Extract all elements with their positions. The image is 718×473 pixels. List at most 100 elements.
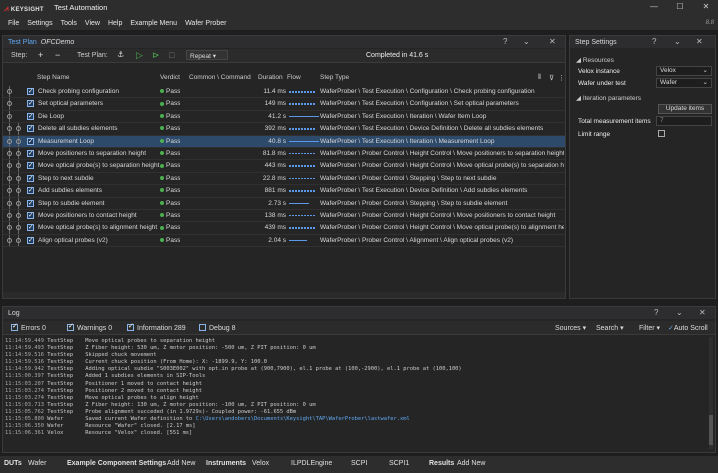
step-row[interactable]: Step to next subdie Pass 22.8 ms WaferProbe… bbox=[3, 172, 565, 186]
repeat-dropdown[interactable]: Repeat ▾ bbox=[186, 50, 228, 60]
velox-select[interactable]: Velox ⌄ bbox=[656, 66, 712, 76]
log-time: 11:15:06.361 bbox=[5, 430, 44, 437]
warnings-checkbox[interactable] bbox=[67, 322, 74, 331]
log-line: 11:15:03.207 TestStep Positioner 1 moved … bbox=[5, 381, 705, 388]
step-enabled-checkbox[interactable] bbox=[27, 137, 34, 145]
chevron-down-icon[interactable]: ⌄ bbox=[676, 308, 683, 317]
menu-tools[interactable]: Tools bbox=[61, 20, 77, 27]
iteration-section[interactable]: ◢ Iteration parameters bbox=[576, 94, 641, 102]
run-icon[interactable]: ▷ bbox=[136, 50, 143, 61]
add-step-icon[interactable]: + bbox=[38, 50, 43, 60]
col-duration[interactable]: Duration bbox=[258, 74, 283, 81]
horizontal-scrollbar[interactable] bbox=[3, 292, 565, 298]
filter-icon[interactable]: ⊽ bbox=[549, 74, 554, 82]
step-enabled-checkbox[interactable] bbox=[27, 124, 34, 133]
close-window-button[interactable]: ✕ bbox=[696, 2, 716, 14]
errors-checkbox[interactable] bbox=[11, 322, 18, 331]
step-enabled-checkbox[interactable] bbox=[27, 99, 34, 108]
menu-example[interactable]: Example Menu bbox=[130, 20, 177, 27]
stop-icon[interactable]: □ bbox=[169, 50, 174, 60]
instrument-velox[interactable]: Velox bbox=[252, 460, 269, 467]
step-row[interactable]: Die Loop Pass 41.2 s WaferProber \ Test Exe… bbox=[3, 110, 565, 124]
resources-section[interactable]: ◢ Resources bbox=[576, 56, 614, 64]
step-row[interactable]: Set optical parameters Pass 149 ms WaferPro… bbox=[3, 98, 565, 111]
col-step-name[interactable]: Step Name bbox=[37, 74, 70, 81]
help-icon[interactable]: ? bbox=[654, 308, 658, 317]
log-time: 11:15:03.207 bbox=[5, 380, 44, 387]
menu-help[interactable]: Help bbox=[108, 20, 122, 27]
step-enabled-checkbox[interactable] bbox=[27, 87, 34, 95]
help-icon[interactable]: ? bbox=[503, 37, 507, 46]
filter-dropdown[interactable]: Filter ▾ bbox=[639, 324, 660, 332]
step-row[interactable]: Move positioners to contact height Pass 13… bbox=[3, 209, 565, 223]
step-row[interactable]: Delete all subdies elements Pass 392 ms Waf… bbox=[3, 123, 565, 136]
log-source: TestStep bbox=[47, 380, 74, 387]
step-enabled-checkbox[interactable] bbox=[27, 149, 34, 157]
limit-range-checkbox[interactable] bbox=[658, 130, 665, 137]
step-row[interactable]: Check probing configuration Pass 11.4 ms Wa… bbox=[3, 86, 565, 99]
errors-filter[interactable]: Errors 0 bbox=[11, 322, 46, 332]
remove-step-icon[interactable]: − bbox=[55, 50, 60, 60]
information-checkbox[interactable] bbox=[127, 322, 134, 331]
step-type: WaferProber \ Prober Control \ Height Co… bbox=[320, 162, 564, 170]
step-enabled-checkbox[interactable] bbox=[27, 186, 34, 195]
autoscroll-toggle[interactable]: ✓Auto Scroll bbox=[668, 324, 708, 332]
instrument-ilpdlengine[interactable]: ILPDLEngine bbox=[291, 460, 332, 467]
step-row[interactable]: Move optical probe(s) to alignment heigh… bbox=[3, 222, 565, 235]
col-step-type[interactable]: Step Type bbox=[320, 74, 349, 81]
step-row[interactable]: Add subdies elements Pass 881 ms WaferProbe… bbox=[3, 185, 565, 198]
step-row[interactable]: Step to subdie element Pass 2.73 s WaferPro… bbox=[3, 197, 565, 210]
run-step-icon[interactable]: ⊳ bbox=[152, 50, 160, 61]
dut-wafer[interactable]: Wafer bbox=[28, 460, 46, 467]
menu-settings[interactable]: Settings bbox=[27, 20, 52, 27]
step-type: WaferProber \ Prober Control \ Height Co… bbox=[320, 211, 556, 219]
step-enabled-checkbox[interactable] bbox=[27, 223, 34, 232]
information-filter[interactable]: Information 289 bbox=[127, 322, 186, 332]
menu-file[interactable]: File bbox=[8, 20, 19, 27]
step-enabled-checkbox[interactable] bbox=[27, 211, 34, 219]
step-row[interactable]: Move optical probe(s) to separation heig… bbox=[3, 160, 565, 173]
close-icon[interactable]: ✕ bbox=[699, 308, 706, 317]
step-duration: 40.8 s bbox=[268, 137, 286, 145]
minimize-button[interactable]: — bbox=[644, 2, 664, 14]
instrument-scpi[interactable]: SCPI bbox=[351, 460, 367, 467]
columns-icon[interactable]: ⫴ bbox=[538, 74, 541, 82]
example-add-new-link[interactable]: Add New bbox=[167, 460, 195, 467]
step-enabled-checkbox[interactable] bbox=[27, 199, 34, 207]
results-add-new-link[interactable]: Add New bbox=[457, 460, 485, 467]
step-row[interactable]: Align optical probes (v2) Pass 2.04 s Wafer… bbox=[3, 234, 565, 248]
step-row[interactable]: Move positioners to separation height Pas… bbox=[3, 147, 565, 161]
col-common[interactable]: Common \ Command bbox=[189, 74, 251, 81]
search-dropdown[interactable]: Search ▾ bbox=[596, 324, 624, 332]
log-path-link[interactable]: C:\Users\andobers\Documents\Keysight\TAP… bbox=[196, 416, 410, 422]
step-row[interactable]: Measurement Loop Pass 40.8 s WaferProber \ … bbox=[3, 135, 565, 148]
step-enabled-checkbox[interactable] bbox=[27, 236, 34, 244]
log-scroll-thumb[interactable] bbox=[709, 415, 713, 445]
chevron-down-icon[interactable]: ⌄ bbox=[523, 37, 530, 46]
close-icon[interactable]: ✕ bbox=[549, 37, 556, 46]
warnings-filter[interactable]: Warnings 0 bbox=[67, 322, 112, 332]
more-icon[interactable]: ⋮ bbox=[558, 74, 565, 82]
tree-node-icon bbox=[16, 163, 21, 169]
wafer-select[interactable]: Wafer ⌄ bbox=[656, 78, 712, 88]
total-field[interactable]: 7 bbox=[656, 116, 712, 126]
debug-filter[interactable]: Debug 8 bbox=[199, 324, 235, 332]
close-icon[interactable]: ✕ bbox=[696, 37, 703, 46]
menu-wafer-prober[interactable]: Wafer Prober bbox=[185, 20, 226, 27]
settings-icon[interactable]: ⚓ bbox=[117, 50, 124, 59]
instruments-label: Instruments bbox=[206, 460, 247, 467]
col-flow[interactable]: Flow bbox=[287, 74, 301, 81]
chevron-down-icon[interactable]: ⌄ bbox=[674, 37, 681, 46]
step-enabled-checkbox[interactable] bbox=[27, 161, 34, 170]
debug-checkbox[interactable] bbox=[199, 324, 206, 331]
update-items-button[interactable]: Update items bbox=[658, 104, 712, 114]
step-enabled-checkbox[interactable] bbox=[27, 174, 34, 182]
step-enabled-checkbox[interactable] bbox=[27, 112, 34, 120]
menu-view[interactable]: View bbox=[85, 20, 100, 27]
instrument-scpi1[interactable]: SCPI1 bbox=[389, 460, 409, 467]
col-verdict[interactable]: Verdict bbox=[160, 74, 180, 81]
help-icon[interactable]: ? bbox=[652, 37, 656, 46]
maximize-button[interactable]: ☐ bbox=[670, 2, 690, 14]
test-plan-tab[interactable]: Test Plan bbox=[8, 39, 37, 46]
sources-dropdown[interactable]: Sources ▾ bbox=[555, 324, 586, 332]
